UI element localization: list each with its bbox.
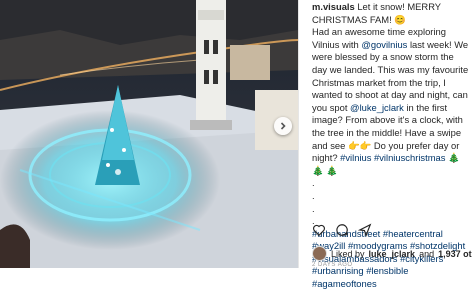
next-photo-button[interactable] xyxy=(274,117,292,135)
heart-icon[interactable] xyxy=(312,223,326,237)
post-details: m.visuals Let it snow! MERRY CHRISTMAS F… xyxy=(298,0,472,289)
vilnius-christmas-aerial-image xyxy=(0,0,298,268)
post-actions xyxy=(312,223,372,237)
mention-govilnius[interactable]: @govilnius xyxy=(361,39,407,50)
avatar[interactable] xyxy=(312,246,327,261)
liked-by-suffix: and xyxy=(419,248,435,259)
likes-count-link[interactable]: 1,937 others xyxy=(438,249,472,259)
mention-luke-jclark[interactable]: @luke_jclark xyxy=(350,102,404,113)
comment-icon[interactable] xyxy=(335,223,349,237)
post-date: 2 DAYS AGO xyxy=(312,262,353,268)
caption-spacer: . xyxy=(312,177,315,189)
caption-spacer: . xyxy=(312,202,315,214)
post-photo[interactable] xyxy=(0,0,298,268)
instagram-post: m.visuals Let it snow! MERRY CHRISTMAS F… xyxy=(0,0,472,289)
likes-summary: Liked by luke_jclark and 1,937 others xyxy=(312,246,472,261)
chevron-right-icon xyxy=(280,122,286,130)
liked-by-prefix: Liked by xyxy=(331,248,365,259)
username-link[interactable]: m.visuals xyxy=(312,1,355,12)
liked-by-user-link[interactable]: luke_jclark xyxy=(369,249,416,259)
share-icon[interactable] xyxy=(358,223,372,237)
caption-spacer: . xyxy=(312,189,315,201)
